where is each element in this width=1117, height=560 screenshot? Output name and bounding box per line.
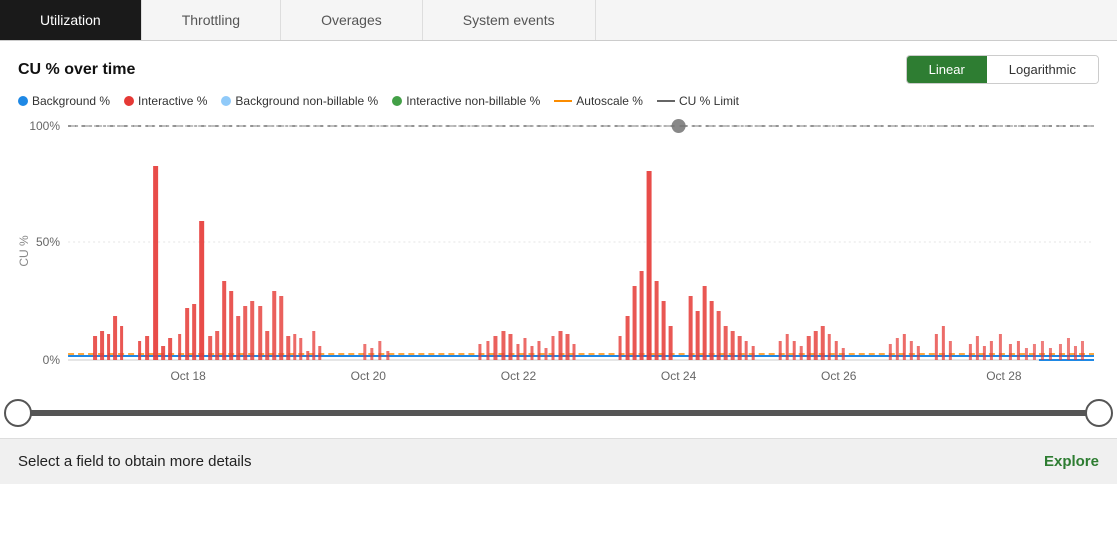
svg-text:Oct 24: Oct 24 [661, 369, 697, 383]
legend-interactive: Interactive % [124, 94, 207, 108]
svg-text:50%: 50% [36, 235, 60, 249]
tab-throttling[interactable]: Throttling [142, 0, 281, 40]
svg-text:Oct 22: Oct 22 [501, 369, 537, 383]
scale-linear-button[interactable]: Linear [907, 56, 987, 83]
slider-thumb-right[interactable] [1085, 399, 1113, 427]
legend-interactive-dot [124, 96, 134, 106]
slider-track[interactable] [18, 410, 1099, 416]
svg-text:Oct 20: Oct 20 [351, 369, 387, 383]
svg-text:Oct 28: Oct 28 [986, 369, 1022, 383]
legend-bg-nonbillable: Background non-billable % [221, 94, 378, 108]
tab-overages[interactable]: Overages [281, 0, 423, 40]
legend-background-label: Background % [32, 94, 110, 108]
legend-cu-limit-label: CU % Limit [679, 94, 739, 108]
legend-cu-limit-line [657, 100, 675, 102]
legend-background-dot [18, 96, 28, 106]
legend-autoscale-label: Autoscale % [576, 94, 643, 108]
tab-bar: Utilization Throttling Overages System e… [0, 0, 1117, 41]
svg-text:100%: 100% [29, 119, 60, 133]
chart-svg: 100% 50% 0% CU % Oct 18 Oct 20 Oct 22 Oc… [18, 116, 1099, 386]
field-detail-text: Select a field to obtain more details [18, 453, 251, 470]
legend-bg-nonbillable-dot [221, 96, 231, 106]
svg-text:CU %: CU % [18, 235, 31, 267]
slider-fill [18, 410, 1099, 416]
legend-autoscale-line [554, 100, 572, 102]
main-content: CU % over time Linear Logarithmic Backgr… [0, 41, 1117, 386]
tab-utilization[interactable]: Utilization [0, 0, 142, 40]
legend-bg-nonbillable-label: Background non-billable % [235, 94, 378, 108]
chart-legend: Background % Interactive % Background no… [18, 94, 1099, 108]
legend-int-nonbillable: Interactive non-billable % [392, 94, 540, 108]
chart-area: 100% 50% 0% CU % Oct 18 Oct 20 Oct 22 Oc… [18, 116, 1099, 386]
explore-button[interactable]: Explore [1044, 453, 1099, 470]
legend-autoscale: Autoscale % [554, 94, 643, 108]
legend-cu-limit: CU % Limit [657, 94, 739, 108]
legend-int-nonbillable-dot [392, 96, 402, 106]
scale-toggle: Linear Logarithmic [906, 55, 1099, 84]
tab-system-events[interactable]: System events [423, 0, 596, 40]
legend-int-nonbillable-label: Interactive non-billable % [406, 94, 540, 108]
range-slider-container [0, 386, 1117, 438]
slider-thumb-left[interactable] [4, 399, 32, 427]
chart-header: CU % over time Linear Logarithmic [18, 55, 1099, 84]
bottom-bar: Select a field to obtain more details Ex… [0, 438, 1117, 484]
svg-text:Oct 26: Oct 26 [821, 369, 857, 383]
svg-text:0%: 0% [43, 353, 61, 367]
chart-title: CU % over time [18, 61, 135, 79]
legend-background: Background % [18, 94, 110, 108]
scale-log-button[interactable]: Logarithmic [987, 56, 1098, 83]
legend-interactive-label: Interactive % [138, 94, 207, 108]
svg-text:Oct 18: Oct 18 [170, 369, 206, 383]
